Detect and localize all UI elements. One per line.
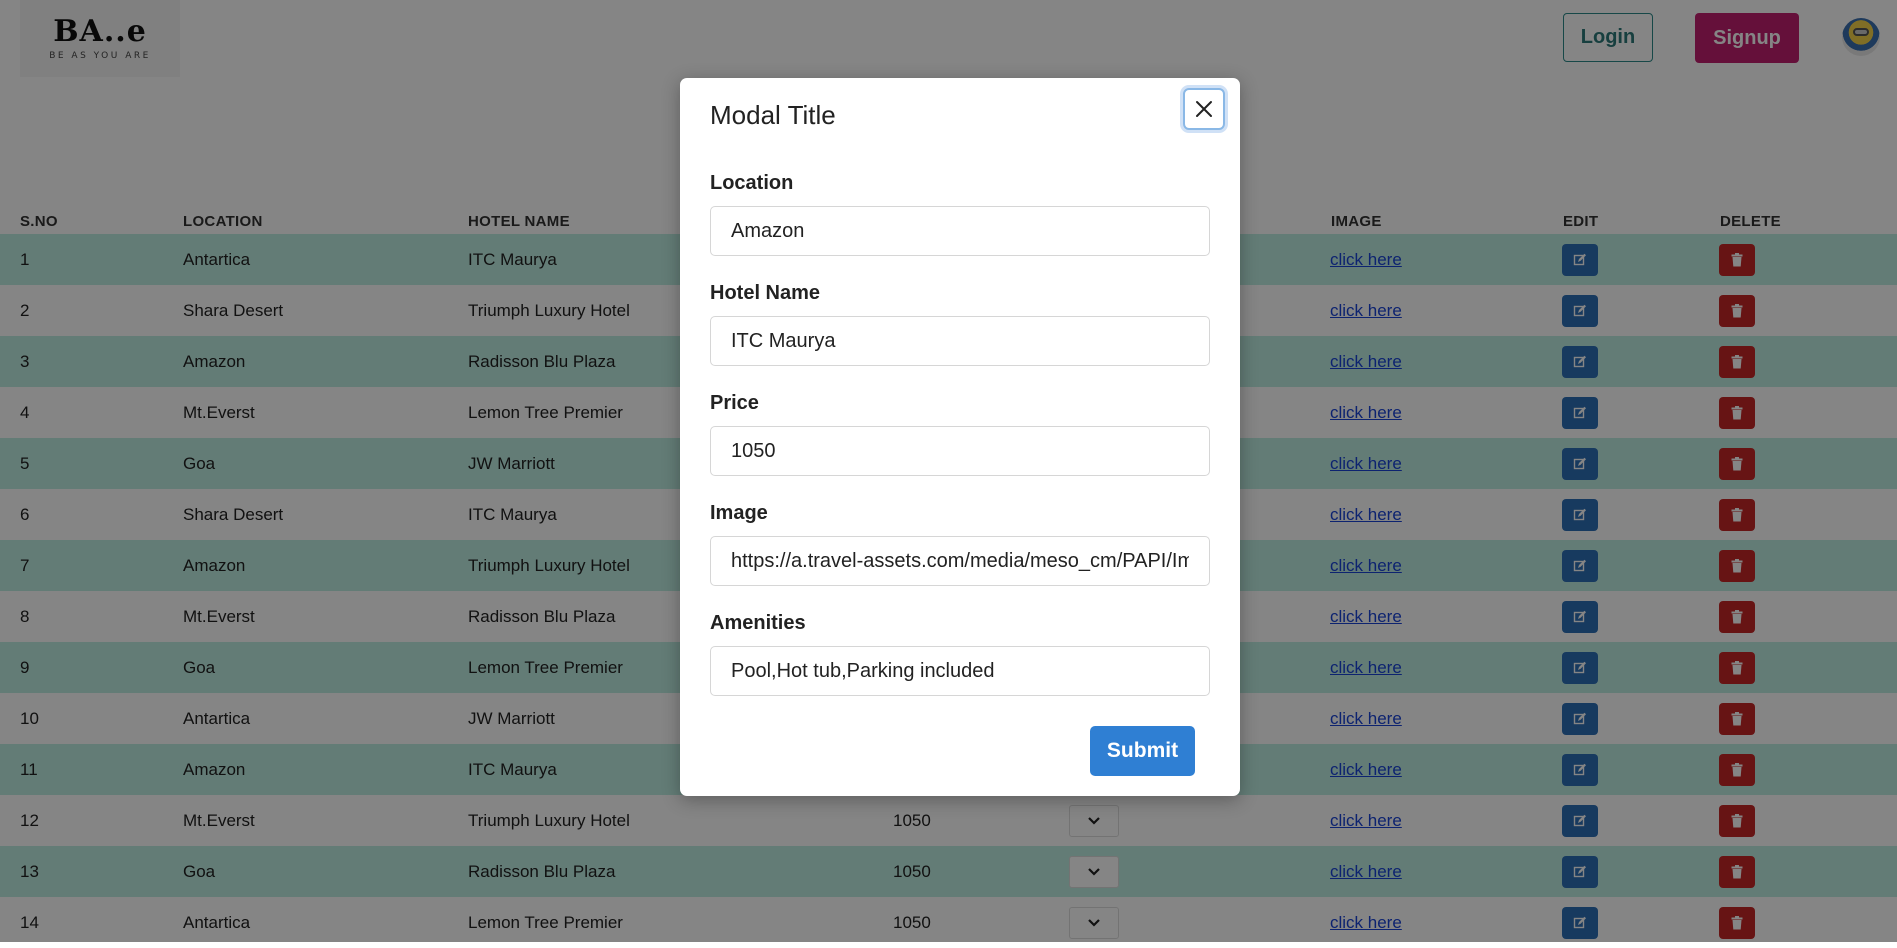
image-url-input[interactable]	[710, 536, 1210, 586]
location-input[interactable]	[710, 206, 1210, 256]
location-label: Location	[710, 172, 794, 194]
price-label: Price	[710, 392, 759, 414]
hotel-name-label: Hotel Name	[710, 282, 821, 304]
image-label: Image	[710, 502, 768, 524]
close-button[interactable]	[1183, 88, 1225, 130]
edit-hotel-modal: Modal Title Location Hotel Name Price Im…	[680, 78, 1240, 796]
hotel-name-input[interactable]	[710, 316, 1210, 366]
amenities-label: Amenities	[710, 612, 806, 634]
modal-title: Modal Title	[710, 100, 836, 130]
submit-button[interactable]: Submit	[1090, 726, 1195, 776]
price-input[interactable]	[710, 426, 1210, 476]
amenities-input[interactable]	[710, 646, 1210, 696]
close-icon	[1196, 101, 1212, 117]
